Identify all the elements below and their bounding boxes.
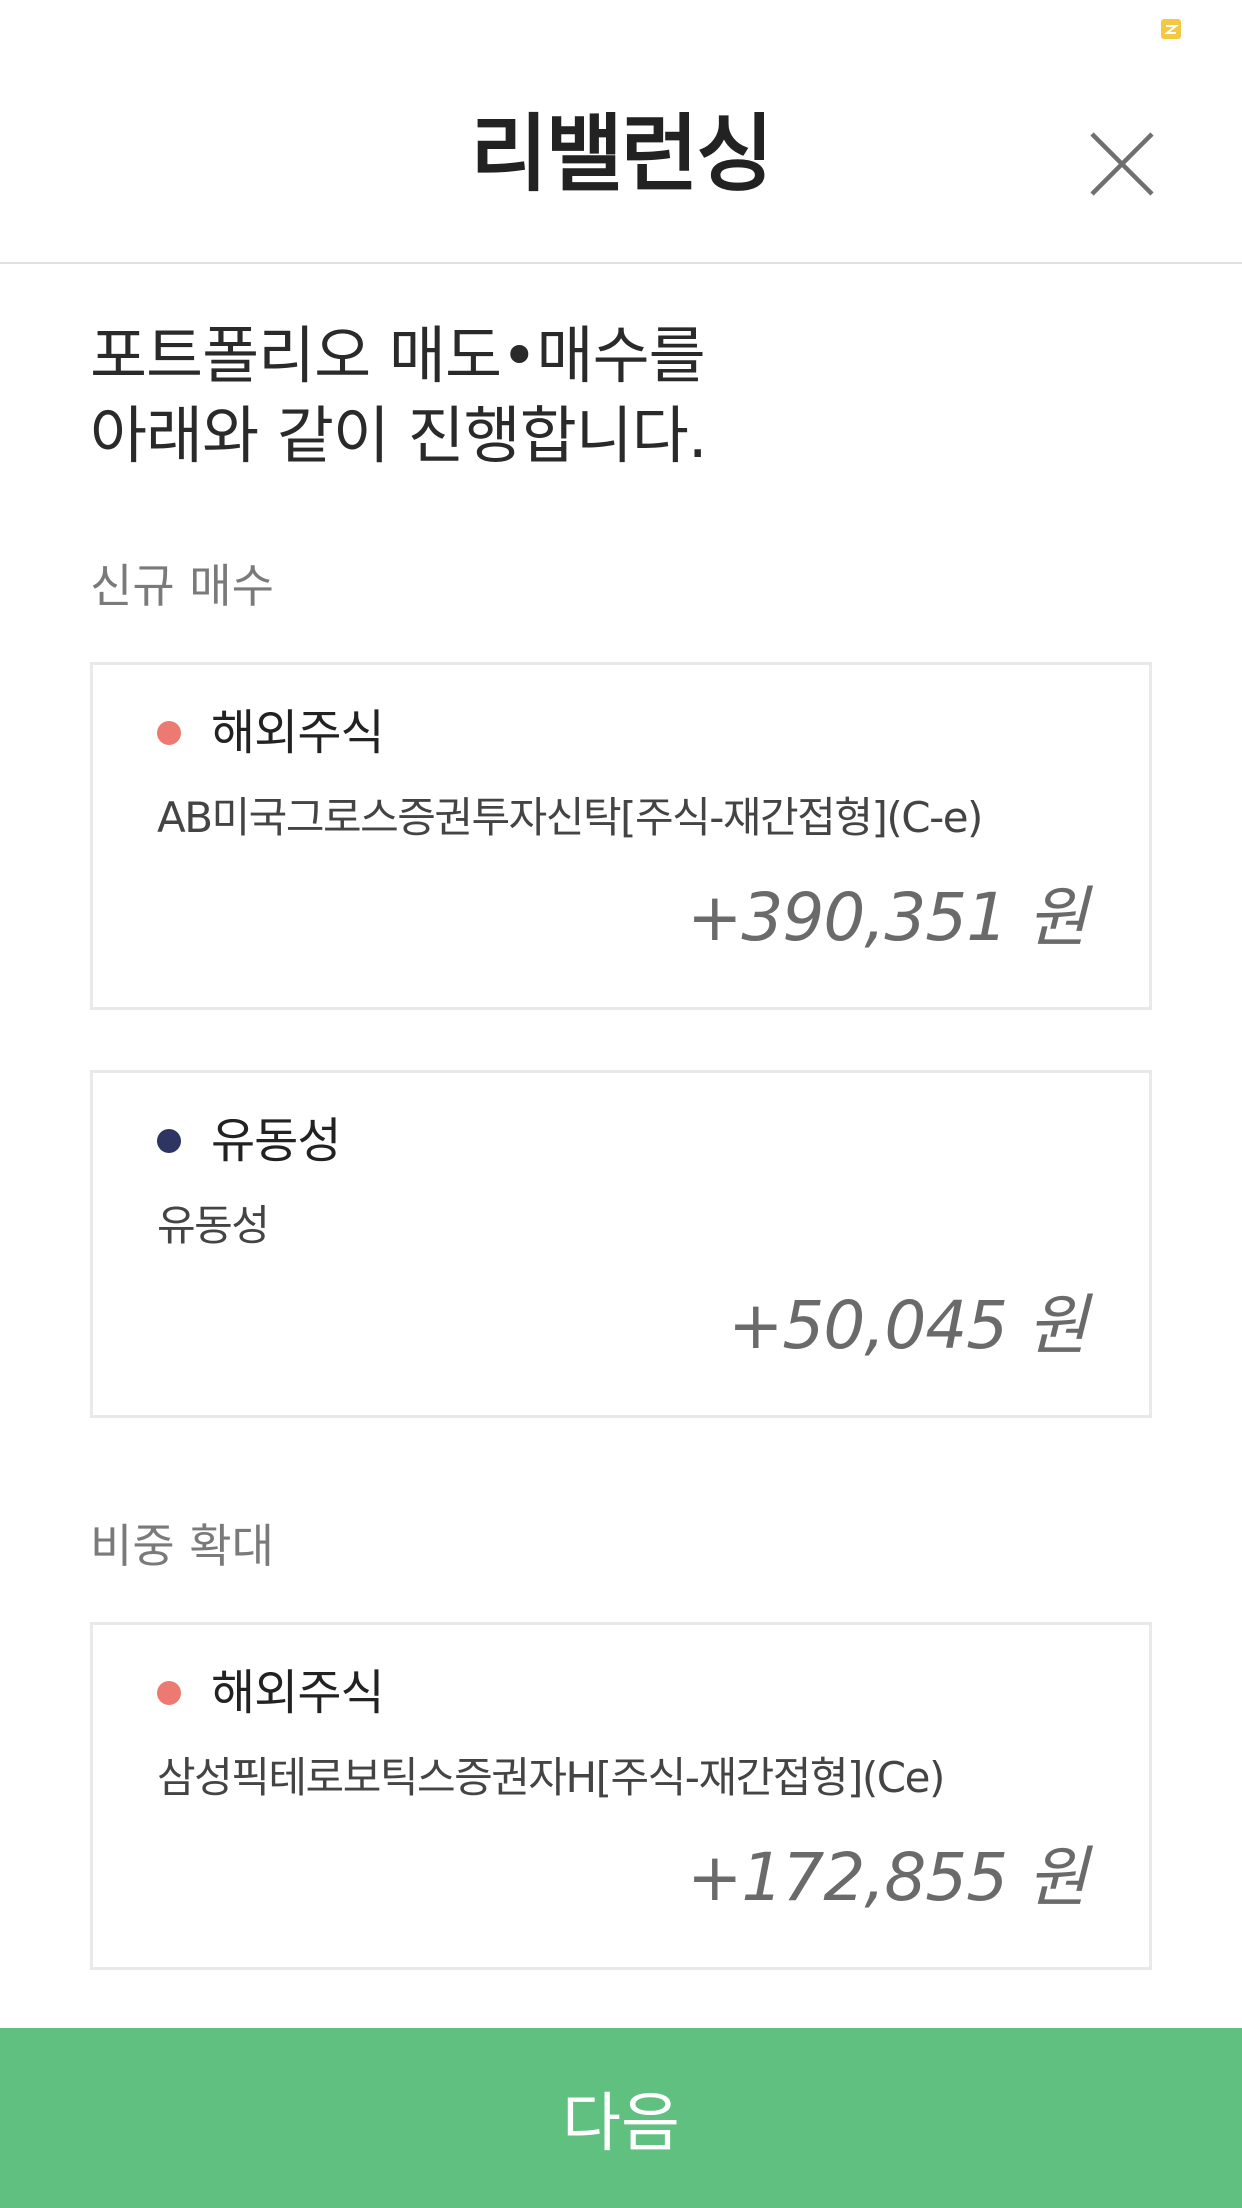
section-label-weight-increase: 비중 확대 bbox=[90, 1519, 274, 1573]
fund-amount: +50,045 원 bbox=[728, 1287, 1088, 1364]
card-header: 해외주식 bbox=[157, 701, 385, 765]
intro-line-1: 포트폴리오 매도•매수를 bbox=[90, 319, 706, 392]
fund-name: 유동성 bbox=[157, 1201, 270, 1250]
category-dot bbox=[157, 1681, 181, 1705]
category-label: 해외주식 bbox=[211, 705, 385, 761]
intro-text: 포트폴리오 매도•매수를 아래와 같이 진행합니다. bbox=[90, 316, 1150, 476]
card-header: 해외주식 bbox=[157, 1661, 385, 1725]
section-label-new-buy: 신규 매수 bbox=[90, 559, 274, 613]
category-label: 유동성 bbox=[211, 1113, 341, 1169]
fund-card: 유동성 유동성 +50,045 원 bbox=[90, 1070, 1152, 1418]
intro-line-2: 아래와 같이 진행합니다. bbox=[90, 399, 708, 472]
close-icon bbox=[1090, 132, 1154, 196]
category-dot bbox=[157, 721, 181, 745]
card-header: 유동성 bbox=[157, 1109, 341, 1173]
fund-card: 해외주식 AB미국그로스증권투자신탁[주식-재간접형](C-e) +390,35… bbox=[90, 662, 1152, 1010]
fund-amount: +172,855 원 bbox=[687, 1839, 1088, 1916]
category-label: 해외주식 bbox=[211, 1665, 385, 1721]
header: 리밸런싱 bbox=[0, 0, 1242, 264]
fund-name: AB미국그로스증권투자신탁[주식-재간접형](C-e) bbox=[157, 793, 983, 842]
category-dot bbox=[157, 1129, 181, 1153]
next-button[interactable]: 다음 bbox=[0, 2028, 1242, 2208]
page-title: 리밸런싱 bbox=[470, 105, 773, 203]
fund-amount: +390,351 원 bbox=[687, 879, 1088, 956]
fund-name: 삼성픽테로보틱스증권자H[주식-재간접형](Ce) bbox=[157, 1753, 945, 1802]
close-button[interactable] bbox=[1086, 128, 1158, 200]
fund-card: 해외주식 삼성픽테로보틱스증권자H[주식-재간접형](Ce) +172,855 … bbox=[90, 1622, 1152, 1970]
rebalancing-screen: 리밸런싱 포트폴리오 매도•매수를 아래와 같이 진행합니다. 신규 매수 해외… bbox=[0, 0, 1242, 2208]
